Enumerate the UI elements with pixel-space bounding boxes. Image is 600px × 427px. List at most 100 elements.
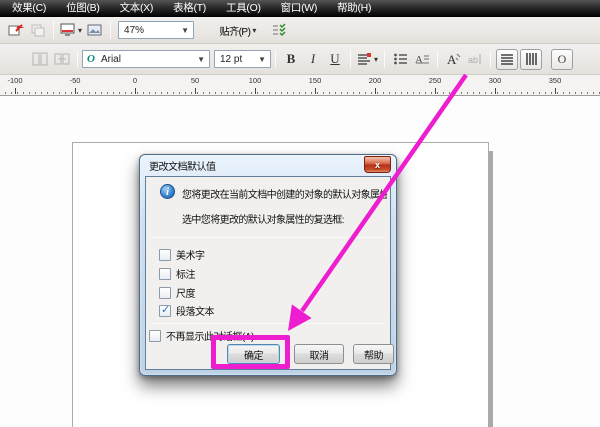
- menu-bar: 效果(C) 位图(B) 文本(X) 表格(T) 工具(O) 窗口(W) 帮助(H…: [0, 0, 600, 17]
- menu-effects[interactable]: 效果(C): [2, 0, 56, 17]
- toolbar-separator: [275, 50, 276, 68]
- bulleted-list-button[interactable]: [390, 49, 410, 69]
- font-family-caret-icon: ▼: [197, 54, 205, 64]
- import-icon: [8, 24, 24, 36]
- ruler-label: 200: [368, 76, 382, 85]
- checkbox-box[interactable]: [159, 303, 171, 317]
- toolbar-separator: [53, 21, 54, 39]
- checkbox-artistic-text[interactable]: 美术字: [159, 247, 205, 262]
- annotation-highlight-box: [211, 335, 290, 369]
- font-family-value: Arial: [100, 53, 121, 65]
- ruler-label: -100: [7, 76, 23, 85]
- ruler-minor-ticks: [0, 92, 600, 94]
- options-button[interactable]: [269, 20, 289, 40]
- checkbox-box[interactable]: [159, 267, 171, 280]
- dialog-titlebar[interactable]: 更改文档默认值: [140, 155, 396, 176]
- view-mode-button[interactable]: [85, 20, 105, 40]
- dialog-close-button[interactable]: x: [364, 156, 391, 173]
- text-alignment-dropdown[interactable]: ▾: [356, 49, 379, 69]
- menu-text[interactable]: 文本(X): [110, 0, 164, 17]
- checkbox-box[interactable]: [159, 248, 171, 261]
- drop-cap-icon: A: [415, 54, 429, 66]
- toolbar-separator: [110, 21, 112, 39]
- menu-tools[interactable]: 工具(O): [216, 0, 271, 17]
- horizontal-ruler[interactable]: -100 -50 0 50 100 150 200 250 300 350: [0, 75, 600, 96]
- svg-text:A: A: [415, 54, 423, 66]
- info-icon: i: [160, 184, 175, 199]
- nonprinting-chars-icon: ab: [468, 54, 481, 65]
- checkbox-box[interactable]: [159, 286, 171, 299]
- opentype-badge-icon: O: [87, 53, 95, 65]
- toolbar-separator: [437, 50, 439, 68]
- text-frame-link-button[interactable]: [52, 49, 72, 69]
- options-icon: [273, 23, 286, 37]
- italic-button[interactable]: I: [303, 49, 323, 69]
- ruler-label: 350: [548, 76, 562, 85]
- menu-bitmaps[interactable]: 位图(B): [56, 0, 110, 17]
- toolbar-separator: [384, 50, 386, 68]
- dialog-message-line2: 选中您将更改的默认对象属性的复选框:: [182, 215, 345, 226]
- vertical-text-button[interactable]: [520, 48, 543, 70]
- toolbar-separator: [77, 50, 78, 68]
- divider: [150, 237, 386, 238]
- font-size-value: 12 pt: [220, 53, 243, 65]
- export-icon: [31, 24, 45, 37]
- ruler-label: 150: [308, 76, 322, 85]
- svg-text:A: A: [447, 52, 457, 66]
- close-icon: x: [374, 159, 380, 170]
- underline-button[interactable]: U: [325, 49, 345, 69]
- text-alignment-icon: [358, 53, 371, 65]
- menu-table[interactable]: 表格(T): [163, 0, 216, 17]
- checkbox-label: 段落文本: [176, 307, 215, 318]
- font-size-combo[interactable]: 12 pt ▼: [214, 50, 271, 68]
- ruler-label: 50: [190, 76, 200, 85]
- checkbox-paragraph-text[interactable]: 段落文本: [159, 303, 215, 318]
- snap-to-dropdown[interactable]: 贴齐(P) ▾: [209, 20, 267, 40]
- columns-icon: [32, 52, 48, 66]
- checkbox-callout[interactable]: 标注: [159, 266, 196, 281]
- standard-toolbar: ▾ 47% ▼ 贴齐(P) ▾: [0, 17, 600, 44]
- checkbox-dimension[interactable]: 尺度: [159, 285, 196, 300]
- drawing-canvas[interactable]: 更改文档默认值 x i 您将更改在当前文档中创建的对象的默认对象属性。 选中您将…: [0, 96, 600, 427]
- text-frame-columns-button[interactable]: [30, 49, 50, 69]
- edit-text-button[interactable]: A: [443, 49, 463, 69]
- checkbox-label: 标注: [176, 270, 196, 281]
- zoom-level-value: 47%: [124, 24, 145, 36]
- bold-button[interactable]: B: [281, 49, 301, 69]
- ruler-label: -50: [69, 76, 81, 85]
- drop-cap-button[interactable]: A: [412, 49, 432, 69]
- snap-caret-icon: ▾: [252, 25, 257, 35]
- snap-to-label: 贴齐(P): [219, 26, 251, 38]
- help-button[interactable]: 帮助: [353, 344, 394, 364]
- ruler-label: 250: [428, 76, 442, 85]
- font-family-combo[interactable]: O Arial ▼: [82, 50, 210, 68]
- link-frames-icon: [54, 53, 70, 65]
- text-toolbar: O Arial ▼ 12 pt ▼ B I U ▾ A A ab O: [0, 44, 600, 75]
- ruler-label: 0: [132, 76, 138, 85]
- fullscreen-preview-button[interactable]: ▾: [59, 20, 83, 40]
- opentype-toggle-button[interactable]: O: [551, 48, 574, 70]
- export-button[interactable]: [28, 20, 48, 40]
- zoom-caret-icon: ▼: [181, 25, 190, 35]
- dialog-message-line1: 您将更改在当前文档中创建的对象的默认对象属性。: [182, 190, 387, 201]
- cancel-button[interactable]: 取消: [294, 344, 344, 364]
- zoom-level-combo[interactable]: 47% ▼: [118, 21, 195, 39]
- horizontal-text-icon: [501, 54, 514, 65]
- menu-window[interactable]: 窗口(W): [271, 0, 327, 17]
- dialog-title: 更改文档默认值: [149, 162, 216, 173]
- vertical-text-icon: [526, 53, 537, 65]
- view-mode-icon: [87, 24, 102, 36]
- horizontal-text-button[interactable]: [496, 48, 519, 70]
- ruler-label: 100: [248, 76, 262, 85]
- import-button[interactable]: [6, 20, 26, 40]
- bulleted-list-icon: [393, 53, 407, 65]
- checkbox-label: 尺度: [176, 289, 196, 300]
- checkbox-box[interactable]: [149, 329, 161, 342]
- toolbar-separator: [490, 50, 492, 68]
- show-nonprinting-button[interactable]: ab: [465, 49, 485, 69]
- divider: [150, 323, 386, 324]
- menu-help[interactable]: 帮助(H): [327, 0, 381, 17]
- checkbox-label: 美术字: [176, 251, 205, 262]
- ruler-label: 300: [488, 76, 502, 85]
- svg-text:ab: ab: [468, 55, 478, 65]
